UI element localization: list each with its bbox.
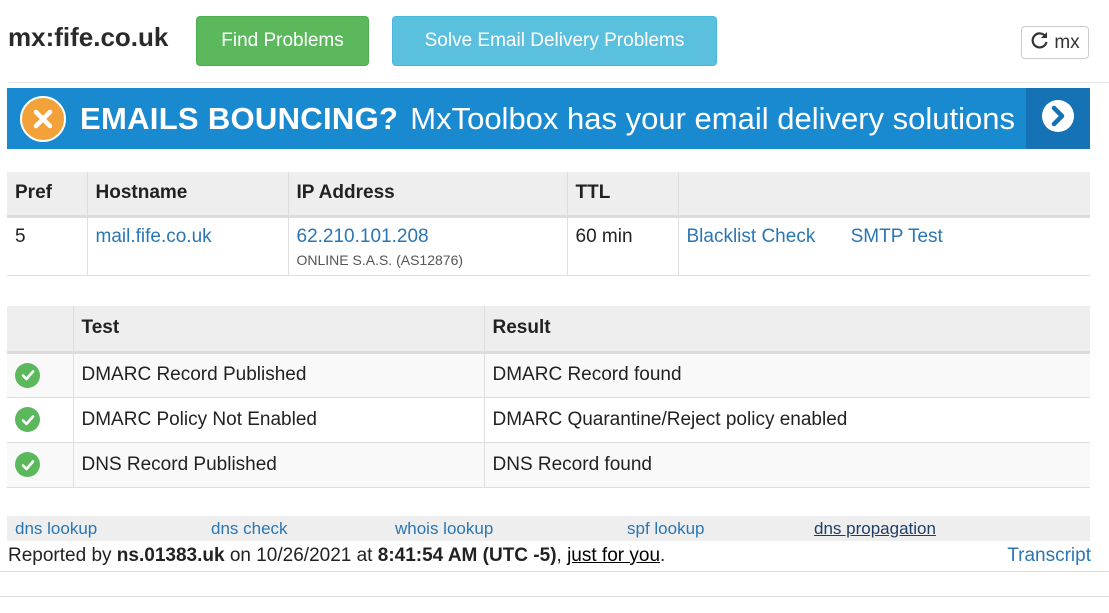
dns-propagation-link[interactable]: dns propagation: [814, 519, 936, 539]
asn-label: ONLINE S.A.S. (AS12876): [296, 251, 464, 268]
test-name-cell: DMARC Policy Not Enabled: [73, 397, 485, 443]
reported-prefix: Reported by: [8, 545, 112, 566]
divider: [8, 82, 1109, 83]
banner-tagline: MxToolbox has your email delivery soluti…: [410, 100, 1016, 136]
refresh-mx-button[interactable]: mx: [1021, 26, 1089, 59]
transcript-link[interactable]: Transcript: [1007, 545, 1091, 567]
hostname-cell: mail.fife.co.uk: [87, 216, 289, 276]
email-bouncing-banner[interactable]: EMAILS BOUNCING? MxToolbox has your emai…: [7, 88, 1090, 149]
result-cell: DMARC Quarantine/Reject policy enabled: [484, 397, 1090, 443]
banner-headline: EMAILS BOUNCING?: [80, 100, 399, 136]
divider: [0, 571, 1109, 572]
column-header: Pref: [7, 172, 88, 218]
check-circle-icon: [15, 407, 40, 432]
comma: ,: [556, 545, 562, 566]
table-row: DMARC Policy Not Enabled DMARC Quarantin…: [7, 397, 1090, 443]
result-cell: DMARC Record found: [484, 352, 1090, 398]
actions-cell: Blacklist Check SMTP Test: [678, 216, 1090, 276]
reporter-name: ns.01383.uk: [116, 545, 225, 566]
column-header: IP Address: [288, 172, 568, 218]
pref-cell: 5: [7, 216, 88, 276]
spf-lookup-link[interactable]: spf lookup: [627, 519, 705, 539]
status-cell: [7, 442, 74, 488]
ip-address-link[interactable]: 62.210.101.208: [297, 226, 559, 248]
refresh-label: mx: [1054, 31, 1080, 53]
reported-time: 8:41:54 AM (UTC -5): [377, 545, 557, 566]
table-header-row: Test Result: [7, 306, 1090, 354]
reported-by-line: Reported by ns.01383.uk on 10/26/2021 at…: [8, 545, 665, 567]
page-title: mx:fife.co.uk: [8, 22, 169, 52]
hostname-link[interactable]: mail.fife.co.uk: [96, 226, 212, 247]
check-circle-icon: [15, 362, 40, 388]
status-cell: [7, 352, 74, 398]
mx-records-table: Pref Hostname IP Address TTL 5 mail.fife…: [7, 172, 1090, 276]
period: .: [660, 545, 666, 566]
table-row: DMARC Record Published DMARC Record foun…: [7, 352, 1090, 398]
status-cell: [7, 397, 74, 443]
column-header: [678, 172, 1090, 218]
x-circle-icon: [20, 95, 66, 142]
whois-lookup-link[interactable]: whois lookup: [395, 519, 493, 539]
column-header: Test: [73, 306, 485, 354]
tool-links-bar: dns lookup dns check whois lookup spf lo…: [7, 516, 1090, 541]
table-row: DNS Record Published DNS Record found: [7, 442, 1090, 488]
find-problems-button[interactable]: Find Problems: [196, 16, 369, 66]
table-header-row: Pref Hostname IP Address TTL: [7, 172, 1090, 218]
chevron-right-circle-icon: [1041, 99, 1075, 138]
ttl-cell: 60 min: [567, 216, 679, 276]
just-for-you-link[interactable]: just for you: [567, 545, 660, 566]
test-name-cell: DMARC Record Published: [73, 352, 485, 398]
ip-address-cell: 62.210.101.208 ONLINE S.A.S. (AS12876): [288, 216, 568, 276]
status-column-header: [7, 306, 74, 354]
table-row: 5 mail.fife.co.uk 62.210.101.208 ONLINE …: [7, 216, 1090, 276]
column-header: Result: [484, 306, 1090, 354]
solve-email-delivery-button[interactable]: Solve Email Delivery Problems: [392, 16, 717, 66]
column-header: Hostname: [87, 172, 289, 218]
banner-arrow-button[interactable]: [1026, 88, 1090, 149]
reported-date: on 10/26/2021 at: [229, 545, 373, 566]
column-header: TTL: [567, 172, 679, 218]
refresh-icon: [1030, 30, 1050, 56]
divider: [0, 596, 1109, 597]
dns-check-link[interactable]: dns check: [211, 519, 288, 539]
dns-lookup-link[interactable]: dns lookup: [15, 519, 97, 539]
check-circle-icon: [15, 452, 40, 477]
test-name-cell: DNS Record Published: [73, 442, 485, 488]
smtp-test-link[interactable]: SMTP Test: [851, 226, 943, 247]
result-cell: DNS Record found: [484, 442, 1090, 488]
blacklist-check-link[interactable]: Blacklist Check: [687, 226, 816, 247]
test-results-table: Test Result DMARC Record Published DMARC…: [7, 306, 1090, 488]
